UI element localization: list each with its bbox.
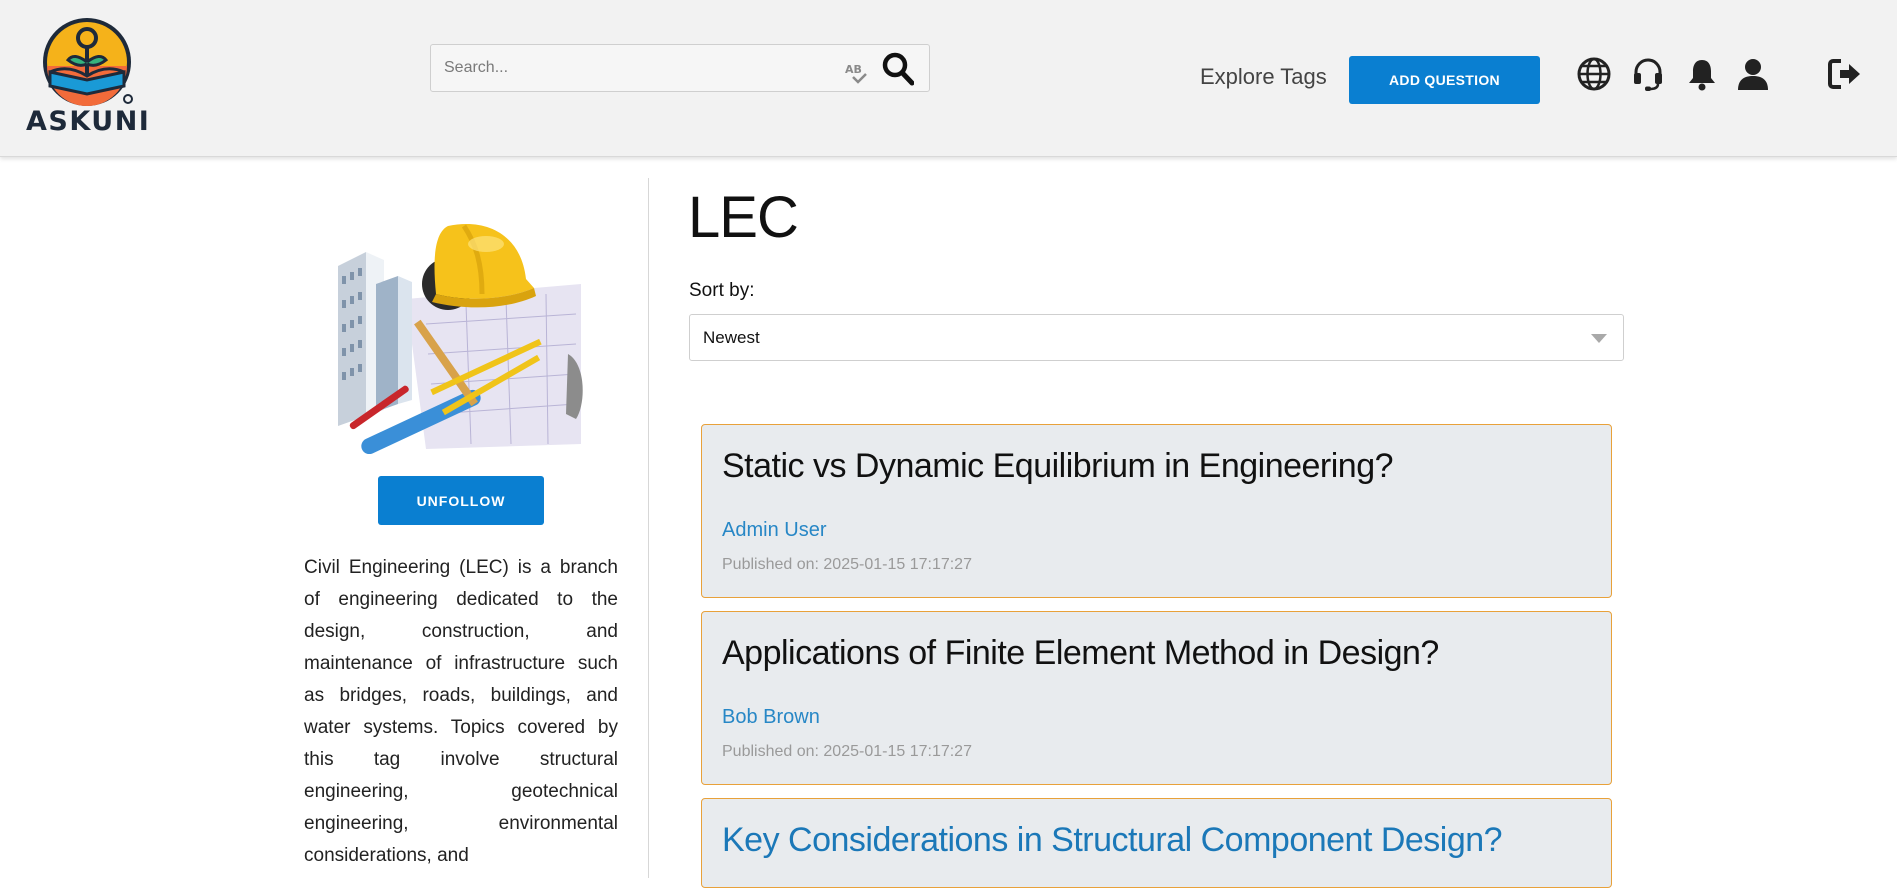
column-divider	[648, 178, 649, 878]
question-card[interactable]: Applications of Finite Element Method in…	[701, 611, 1612, 785]
construction-helmet-illustration	[336, 204, 586, 455]
question-card[interactable]: Key Considerations in Structural Compone…	[701, 798, 1612, 888]
question-title[interactable]: Static vs Dynamic Equilibrium in Enginee…	[722, 447, 1394, 486]
bell-icon[interactable]	[1684, 56, 1720, 92]
question-published-date: Published on: 2025-01-15 17:17:27	[722, 743, 972, 760]
chevron-down-icon	[1591, 334, 1607, 343]
question-author[interactable]: Bob Brown	[722, 706, 820, 729]
add-question-button[interactable]: ADD QUESTION	[1349, 56, 1540, 104]
svg-text:AB: AB	[845, 63, 862, 76]
logo-emblem-icon	[43, 18, 133, 106]
spellcheck-icon[interactable]: AB	[844, 61, 870, 85]
explore-tags-link[interactable]: Explore Tags	[1200, 64, 1327, 92]
headset-icon[interactable]	[1630, 56, 1666, 92]
sort-dropdown[interactable]: Newest	[689, 314, 1624, 361]
search-icon[interactable]	[882, 52, 914, 86]
logout-icon[interactable]	[1827, 56, 1863, 92]
user-icon[interactable]	[1735, 56, 1771, 92]
question-author[interactable]: Admin User	[722, 519, 826, 542]
tag-description: Civil Engineering (LEC) is a branch of e…	[304, 557, 618, 866]
sort-label: Sort by:	[689, 280, 755, 301]
question-published-date: Published on: 2025-01-15 17:17:27	[722, 556, 972, 573]
globe-icon[interactable]	[1576, 56, 1612, 92]
unfollow-button[interactable]: UNFOLLOW	[378, 476, 544, 525]
sort-selected-value: Newest	[703, 328, 760, 347]
question-card[interactable]: Static vs Dynamic Equilibrium in Enginee…	[701, 424, 1612, 598]
question-title[interactable]: Applications of Finite Element Method in…	[722, 634, 1439, 673]
tag-image	[336, 204, 586, 455]
tag-title: LEC	[688, 185, 799, 250]
logo-text: ASKUNI	[26, 106, 151, 137]
search-input[interactable]	[431, 45, 831, 91]
top-navigation-bar: ASKUNI AB Explore Tags ADD QUESTION	[0, 0, 1897, 157]
askuni-logo[interactable]: ASKUNI	[26, 14, 151, 137]
question-title[interactable]: Key Considerations in Structural Compone…	[722, 821, 1503, 860]
